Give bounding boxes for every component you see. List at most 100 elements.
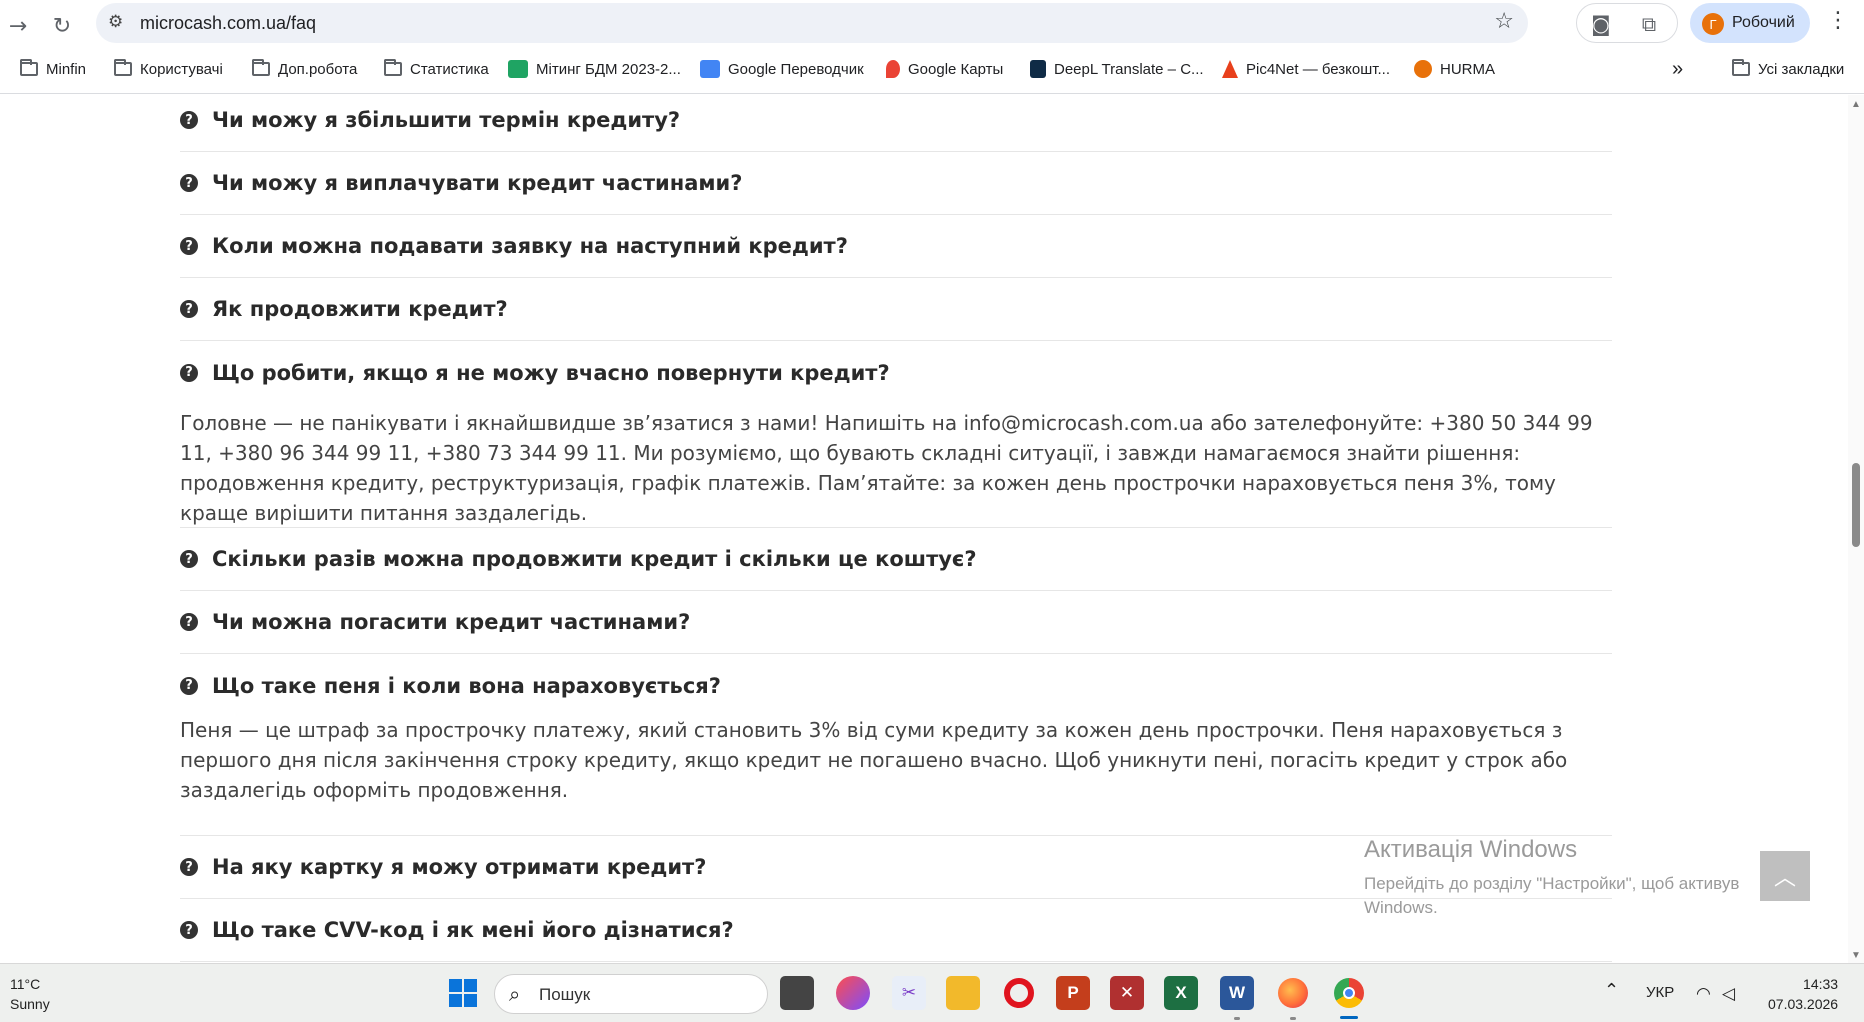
bookmark-google-translate[interactable]: Google Переводчик <box>700 56 864 82</box>
faq-question[interactable]: ? Чи можу я виплачувати кредит частинами… <box>180 152 1612 215</box>
address-bar[interactable]: ⚙ microcash.com.ua/faq ☆ <box>96 3 1528 43</box>
faq-question-text: Скільки разів можна продовжити кредит і … <box>212 547 977 571</box>
activation-title: Активація Windows <box>1364 836 1578 863</box>
reload-icon[interactable]: ↻ <box>46 10 78 42</box>
firefox-icon[interactable] <box>1276 976 1310 1010</box>
profile-button[interactable]: Г Робочий <box>1690 3 1810 43</box>
windows-taskbar: 11°C Sunny ⌕ Пошук ✂ P ✕ X W ⌃ УКР ◠ ◁ 1… <box>0 963 1864 1022</box>
faq-question[interactable]: ? Чи можу я збільшити термін кредиту? <box>180 95 1612 152</box>
faq-answer: Пеня — це штраф за прострочку платежу, я… <box>180 715 1612 836</box>
site-info-icon[interactable]: ⚙ <box>108 12 123 32</box>
scroll-down-icon[interactable]: ▼ <box>1851 950 1861 961</box>
faq-question-text: Що таке пеня і коли вона нараховується? <box>212 673 721 698</box>
weather-temperature: 11°C <box>10 976 41 992</box>
faq-question-text: Коли можна подавати заявку на наступний … <box>212 234 848 258</box>
faq-question[interactable]: ? Скільки разів можна продовжити кредит … <box>180 528 1612 591</box>
question-icon: ? <box>180 676 198 695</box>
faq-question-expanded[interactable]: ? Що таке пеня і коли вона нараховується… <box>180 654 1612 717</box>
faq-question[interactable]: ? Чи можна погасити кредит частинами? <box>180 591 1612 654</box>
question-icon: ? <box>180 300 198 318</box>
bookmark-dop-robota[interactable]: Доп.робота <box>252 56 357 82</box>
pic4net-icon <box>1222 60 1238 78</box>
bookmark-label: Усі закладки <box>1758 60 1845 78</box>
bookmark-minfin[interactable]: Minfin <box>20 56 86 82</box>
scroll-up-icon[interactable]: ▲ <box>1851 99 1861 110</box>
bookmark-google-maps[interactable]: Google Карты <box>886 56 1003 82</box>
bookmark-pic4net[interactable]: Pic4Net — безкошт... <box>1222 56 1390 82</box>
bookmark-label: Статистика <box>410 60 489 78</box>
folder-icon <box>252 59 270 76</box>
active-app-indicator <box>1340 1016 1358 1019</box>
avatar: Г <box>1702 13 1724 35</box>
page-scrollbar[interactable]: ▲ ▼ <box>1848 95 1864 963</box>
bookmark-star-icon[interactable]: ☆ <box>1494 9 1514 34</box>
creative-cloud-icon[interactable] <box>836 976 870 1010</box>
tray-overflow-icon[interactable]: ⌃ <box>1604 980 1619 1001</box>
powerpoint-icon[interactable]: P <box>1056 976 1090 1010</box>
profile-name: Робочий <box>1732 14 1795 31</box>
volume-icon[interactable]: ◁ <box>1722 984 1735 1004</box>
snipping-tool-icon[interactable]: ✂ <box>892 976 926 1010</box>
camera-icon[interactable]: ◙ <box>1587 10 1615 38</box>
deepl-icon <box>1030 60 1046 78</box>
question-icon: ? <box>180 111 198 129</box>
folder-icon <box>20 59 38 76</box>
clock-time: 14:33 <box>1803 976 1839 992</box>
word-icon[interactable]: W <box>1220 976 1254 1010</box>
bookmark-users[interactable]: Користувачі <box>114 56 223 82</box>
input-language[interactable]: УКР <box>1646 984 1674 1001</box>
faq-question-text: На яку картку я можу отримати кредит? <box>212 855 707 879</box>
file-explorer-icon[interactable] <box>946 976 980 1010</box>
scroll-to-top-button[interactable]: ︿ <box>1760 851 1810 901</box>
faq-question-text: Чи можу я виплачувати кредит частинами? <box>212 171 743 195</box>
bookmark-deepl[interactable]: DeepL Translate – C... <box>1030 56 1204 82</box>
chrome-icon[interactable] <box>1332 976 1366 1010</box>
scrollbar-thumb[interactable] <box>1852 463 1860 547</box>
start-button[interactable] <box>446 976 480 1010</box>
extensions-puzzle-icon[interactable]: ⧉ <box>1635 10 1663 38</box>
translate-icon <box>700 60 720 78</box>
all-bookmarks[interactable]: Усі закладки <box>1732 56 1844 82</box>
browser-chrome: → ↻ ⚙ microcash.com.ua/faq ☆ ◙ ⧉ Г Робоч… <box>0 0 1864 94</box>
bookmark-label: HURMA <box>1440 60 1495 78</box>
forward-icon[interactable]: → <box>2 10 34 42</box>
faq-question-text: Що таке CVV-код і як мені його дізнатися… <box>212 918 734 942</box>
bookmarks-bar: Minfin Користувачі Доп.робота Статистика… <box>0 52 1864 84</box>
faq-question-text: Чи можна погасити кредит частинами? <box>212 610 691 634</box>
faq-question[interactable]: ? Коли можна подавати заявку на наступни… <box>180 215 1612 278</box>
bookmark-label: Користувачі <box>140 60 223 78</box>
faq-question-text: Чи можу я збільшити термін кредиту? <box>212 108 681 132</box>
bookmarks-overflow-icon[interactable]: » <box>1672 56 1683 82</box>
excel-icon[interactable]: X <box>1164 976 1198 1010</box>
task-view-icon[interactable] <box>780 976 814 1010</box>
bookmark-label: Pic4Net — безкошт... <box>1246 60 1390 78</box>
search-placeholder: Пошук <box>539 985 591 1004</box>
windows-activation-watermark: Активація Windows Перейдіть до розділу "… <box>1364 836 1739 920</box>
bookmark-miting[interactable]: Мітинг БДМ 2023-2... <box>508 56 681 82</box>
question-icon: ? <box>180 363 198 382</box>
opera-icon[interactable] <box>1002 976 1036 1010</box>
faq-answer: Головне — не панікувати і якнайшвидше зв… <box>180 408 1612 528</box>
faq-question-text: Як продовжити кредит? <box>212 297 508 321</box>
browser-menu-icon[interactable]: ⋮ <box>1824 8 1852 38</box>
bookmark-hurma[interactable]: HURMA <box>1414 56 1495 82</box>
question-icon: ? <box>180 858 198 876</box>
taskbar-search[interactable]: ⌕ Пошук <box>494 974 768 1014</box>
wifi-icon[interactable]: ◠ <box>1696 984 1711 1004</box>
bookmark-statistics[interactable]: Статистика <box>384 56 489 82</box>
bookmark-label: Google Переводчик <box>728 60 864 78</box>
sheets-icon <box>508 60 528 78</box>
url-text[interactable]: microcash.com.ua/faq <box>140 13 316 34</box>
pdf-reader-icon[interactable]: ✕ <box>1110 976 1144 1010</box>
search-icon: ⌕ <box>509 982 521 1006</box>
folder-icon <box>384 59 402 76</box>
weather-widget[interactable]: 11°C Sunny <box>10 974 50 1014</box>
faq-question-expanded[interactable]: ? Що робити, якщо я не можу вчасно повер… <box>180 341 1612 404</box>
bookmark-label: Мітинг БДМ 2023-2... <box>536 60 681 78</box>
faq-question[interactable]: ? Як продовжити кредит? <box>180 278 1612 341</box>
extensions-group: ◙ ⧉ <box>1576 3 1678 43</box>
bookmark-label: Minfin <box>46 60 87 78</box>
system-clock[interactable]: 14:33 07.03.2026 <box>1768 974 1838 1014</box>
activation-text: Перейдіть до розділу "Настройки", щоб ак… <box>1364 874 1740 893</box>
question-icon: ? <box>180 174 198 192</box>
